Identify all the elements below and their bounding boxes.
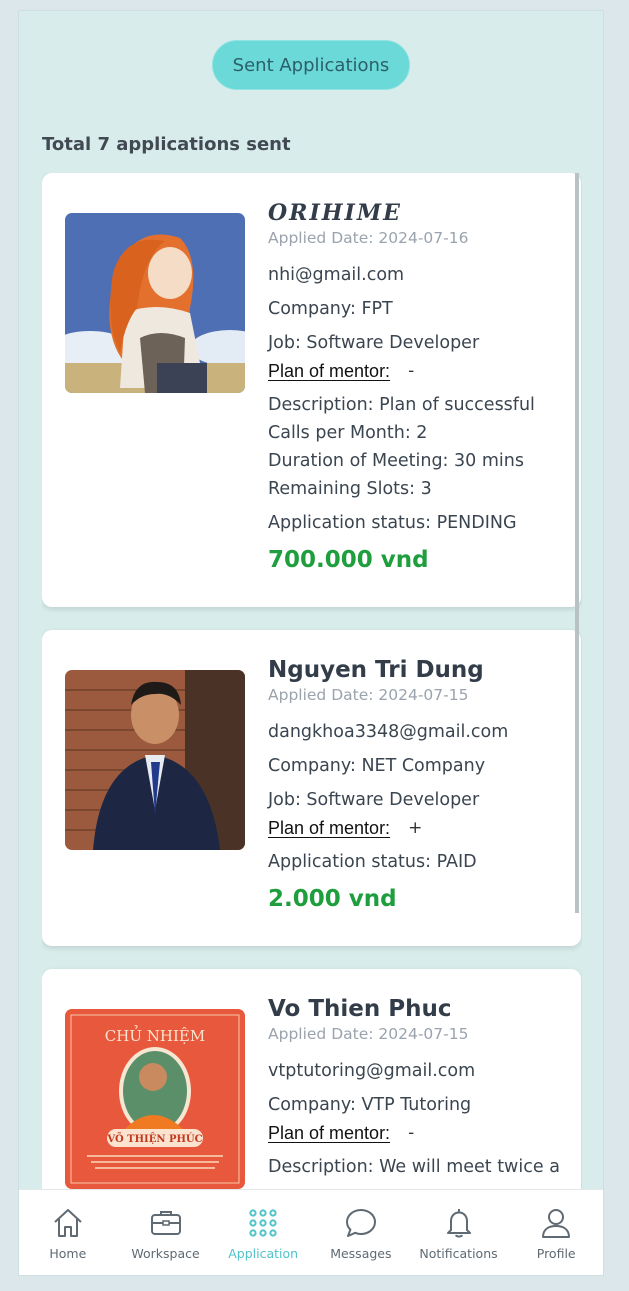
mentor-name: ORIHIME (268, 200, 402, 226)
bottom-nav: Home Workspace Application Messages Noti… (19, 1189, 603, 1275)
nav-messages[interactable]: Messages (312, 1190, 410, 1275)
plan-of-mentor-label[interactable]: Plan of mentor: (268, 816, 390, 840)
nav-label: Profile (536, 1246, 576, 1261)
application-status: Application status: PAID (268, 852, 477, 872)
plan-duration: Duration of Meeting: 30 mins (268, 451, 524, 471)
card-info: Vo Thien Phuc Applied Date: 2024-07-15 v… (268, 995, 567, 1183)
application-card[interactable]: Nguyen Tri Dung Applied Date: 2024-07-15… (42, 630, 581, 946)
plan-toggle-row[interactable]: Plan of mentor: + (268, 816, 567, 840)
plan-slots: Remaining Slots: 3 (268, 479, 432, 499)
applications-total: Total 7 applications sent (42, 134, 291, 155)
applied-date: Applied Date: 2024-07-16 (268, 229, 469, 247)
plan-toggle-row[interactable]: Plan of mentor: - (268, 359, 567, 383)
plan-of-mentor-label[interactable]: Plan of mentor: (268, 359, 390, 383)
application-status: Application status: PENDING (268, 513, 517, 533)
plan-calls: Calls per Month: 2 (268, 423, 428, 443)
mentor-email: nhi@gmail.com (268, 265, 405, 285)
mentor-email: dangkhoa3348@gmail.com (268, 722, 509, 742)
collapse-icon[interactable]: - (408, 359, 414, 383)
mentor-avatar (65, 670, 245, 850)
nav-label: Messages (330, 1246, 392, 1261)
list-scrollbar[interactable] (575, 173, 579, 913)
mentor-job: Job: Software Developer (268, 790, 480, 810)
grid-dots-icon (249, 1209, 277, 1237)
applied-date: Applied Date: 2024-07-15 (268, 686, 469, 704)
mentor-avatar: CHỦ NHIỆM VÕ THIỆN PHÚC (65, 1009, 245, 1189)
app-frame: Sent Applications Total 7 applications s… (18, 10, 604, 1276)
mentor-company: Company: FPT (268, 299, 393, 319)
nav-profile[interactable]: Profile (507, 1190, 603, 1275)
nav-label: Notifications (419, 1246, 498, 1261)
plan-price: 2.000 vnd (268, 886, 397, 912)
card-info: ORIHIME Applied Date: 2024-07-16 nhi@gma… (268, 199, 567, 575)
chat-bubble-icon (345, 1209, 376, 1237)
expand-icon[interactable]: + (408, 816, 422, 840)
nav-notifications[interactable]: Notifications (410, 1190, 508, 1275)
mentor-name: Vo Thien Phuc (268, 996, 452, 1022)
poster-name: VÕ THIỆN PHÚC (106, 1133, 202, 1145)
nav-label: Workspace (131, 1246, 200, 1261)
application-card[interactable]: ORIHIME Applied Date: 2024-07-16 nhi@gma… (42, 173, 581, 607)
nav-application[interactable]: Application (214, 1190, 312, 1275)
mentor-company: Company: VTP Tutoring (268, 1095, 472, 1115)
user-icon (542, 1209, 571, 1238)
applied-date: Applied Date: 2024-07-15 (268, 1025, 469, 1043)
plan-of-mentor-label[interactable]: Plan of mentor: (268, 1121, 390, 1145)
applications-list[interactable]: ORIHIME Applied Date: 2024-07-16 nhi@gma… (42, 173, 582, 1193)
sent-applications-button[interactable]: Sent Applications (212, 40, 410, 90)
mentor-name: Nguyen Tri Dung (268, 657, 484, 683)
poster-title: CHỦ NHIỆM (105, 1025, 205, 1045)
bell-icon (446, 1209, 471, 1238)
nav-workspace[interactable]: Workspace (117, 1190, 215, 1275)
mentor-avatar (65, 213, 245, 393)
mentor-email: vtptutoring@gmail.com (268, 1061, 476, 1081)
plan-description: Description: We will meet twice a (268, 1157, 560, 1177)
nav-home[interactable]: Home (19, 1190, 117, 1275)
collapse-icon[interactable]: - (408, 1121, 414, 1145)
card-info: Nguyen Tri Dung Applied Date: 2024-07-15… (268, 656, 567, 914)
plan-description: Description: Plan of successful (268, 395, 535, 415)
mentor-job: Job: Software Developer (268, 333, 480, 353)
application-card[interactable]: CHỦ NHIỆM VÕ THIỆN PHÚC Vo Thien Phuc Ap… (42, 969, 581, 1193)
nav-label: Application (228, 1246, 299, 1261)
briefcase-icon (150, 1211, 181, 1235)
home-icon (54, 1209, 82, 1237)
mentor-company: Company: NET Company (268, 756, 486, 776)
plan-toggle-row[interactable]: Plan of mentor: - (268, 1121, 567, 1145)
nav-label: Home (49, 1246, 87, 1261)
plan-price: 700.000 vnd (268, 547, 429, 573)
